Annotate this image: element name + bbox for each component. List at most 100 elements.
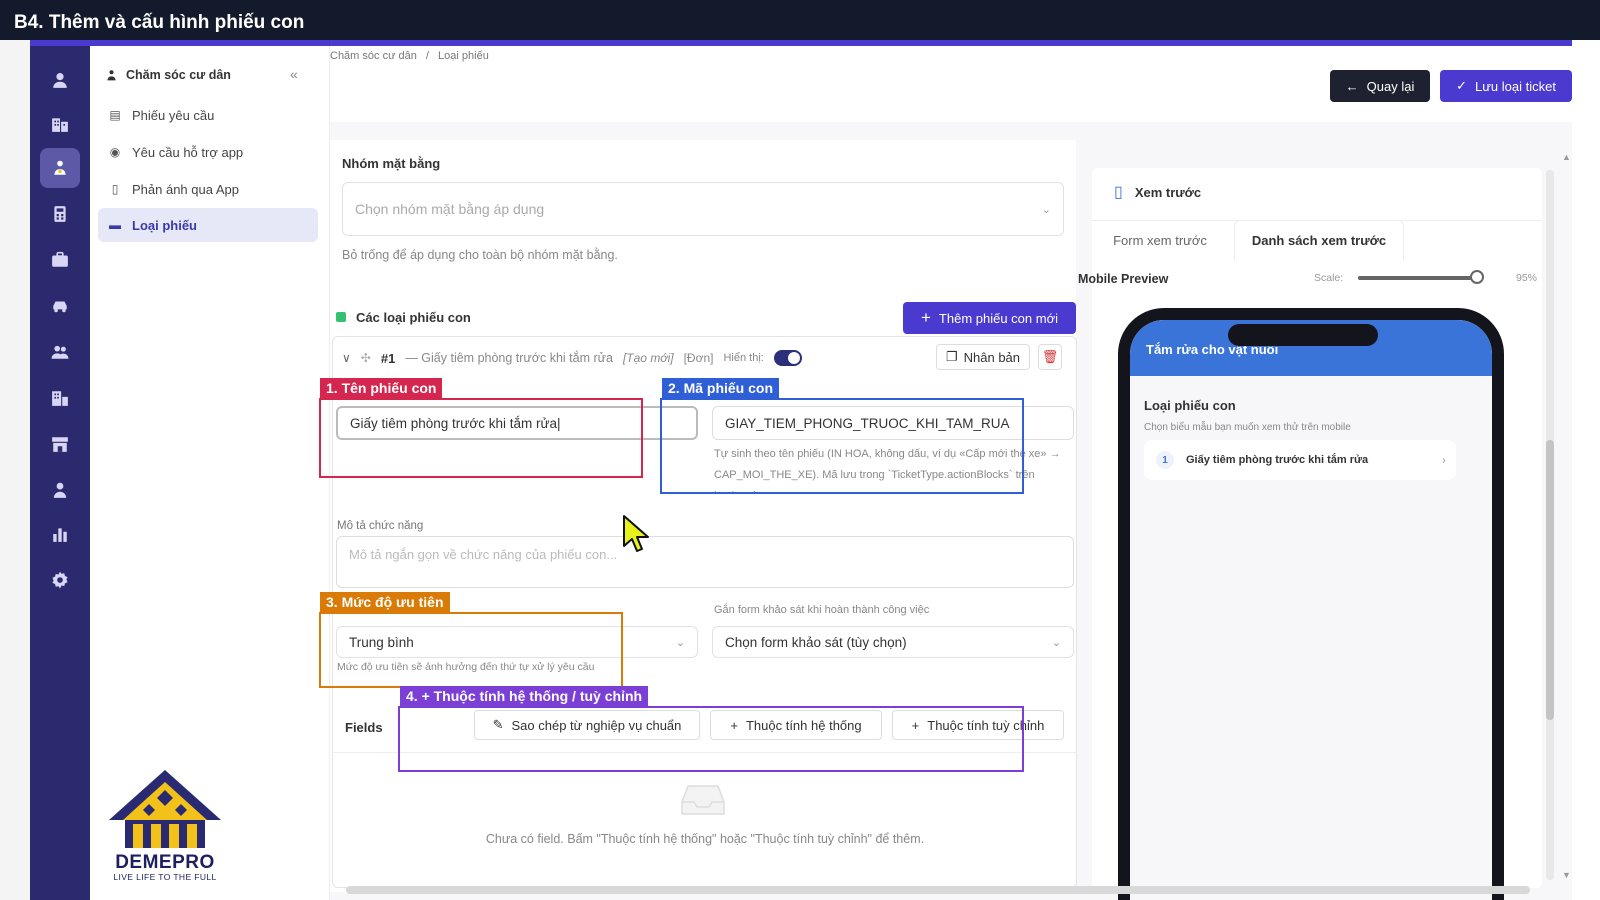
visible-toggle[interactable] — [773, 350, 802, 366]
apartment-icon[interactable] — [40, 378, 80, 418]
scale-label: Scale: — [1314, 272, 1344, 284]
left-margin — [0, 40, 30, 900]
phone-list-item[interactable]: 1 Giấy tiêm phòng trước khi tắm rửa › — [1144, 440, 1456, 480]
right-margin — [1572, 40, 1600, 900]
card-icon: ▬ — [109, 218, 121, 232]
users-icon[interactable] — [40, 332, 80, 372]
calculator-icon[interactable] — [40, 194, 80, 234]
save-ticket-type-button[interactable]: ✓ Lưu loại ticket — [1440, 70, 1572, 102]
user-icon[interactable] — [40, 60, 80, 100]
window-title: B4. Thêm và cấu hình phiếu con — [0, 0, 1600, 40]
item-label: Giấy tiêm phòng trước khi tắm rửa — [1186, 454, 1369, 466]
sidebar-item-app-support[interactable]: ◉ Yêu cầu hỗ trợ app — [98, 135, 318, 169]
sidebar-item-label: Phản ánh qua App — [132, 181, 239, 197]
group-hint: Bỏ trống để áp dụng cho toàn bộ nhóm mặt… — [342, 248, 618, 262]
phone-list-hint: Chọn biểu mẫu bạn muốn xem thử trên mobi… — [1144, 422, 1351, 433]
inbox-icon — [680, 782, 726, 818]
tab-form-preview[interactable]: Form xem trước — [1096, 220, 1224, 260]
phone-mockup: Tắm rửa cho vật nuôi Loại phiếu con Chọn… — [1118, 308, 1504, 900]
annotation-label-priority: 3. Mức độ ưu tiên — [320, 592, 450, 612]
add-subtype-button[interactable]: + Thêm phiếu con mới — [903, 302, 1076, 334]
fields-label: Fields — [345, 720, 383, 735]
annotation-box-name — [319, 398, 643, 478]
chevron-down-icon[interactable]: ∨ — [342, 351, 351, 365]
survey-label: Gắn form khảo sát khi hoàn thành công vi… — [714, 604, 930, 616]
collapse-icon[interactable]: « — [290, 66, 298, 82]
delete-button[interactable]: 🗑 — [1038, 344, 1062, 370]
green-square-icon — [336, 312, 346, 322]
annotation-label-attributes: 4. + Thuộc tính hệ thống / tuỳ chỉnh — [400, 686, 649, 706]
annotation-box-attributes — [398, 706, 1024, 772]
sidebar-item-tickets[interactable]: ▤ Phiếu yêu cầu — [98, 98, 318, 132]
scale-slider-knob[interactable] — [1470, 270, 1484, 284]
item-index-badge: 1 — [1156, 451, 1174, 469]
mobile-icon: ▯ — [1114, 184, 1123, 201]
annotation-box-priority — [319, 612, 623, 688]
person-icon[interactable] — [40, 470, 80, 510]
copy-icon: ❐ — [945, 349, 958, 364]
trash-icon: 🗑 — [1041, 349, 1059, 364]
support-icon: ◉ — [109, 145, 121, 159]
breadcrumb-separator: / — [425, 50, 429, 62]
scroll-down-icon[interactable]: ▼ — [1562, 870, 1571, 880]
sidebar-item-ticket-types[interactable]: ▬ Loại phiếu — [98, 208, 318, 242]
survey-select[interactable]: Chọn form khảo sát (tùy chọn) ⌄ — [712, 626, 1074, 658]
building-icon[interactable] — [40, 104, 80, 144]
annotation-label-code: 2. Mã phiếu con — [662, 378, 780, 398]
subtype-index: #1 — [380, 350, 396, 366]
scale-slider-fill — [1358, 276, 1474, 280]
chevron-down-icon: ⌄ — [675, 636, 685, 649]
resident-care-icon — [104, 68, 118, 82]
phone-header: Tắm rửa cho vật nuôi — [1130, 320, 1492, 376]
mouse-cursor-icon — [622, 514, 652, 554]
chart-icon[interactable] — [40, 514, 80, 554]
preview-title: Xem trước — [1134, 184, 1202, 200]
store-icon[interactable] — [40, 424, 80, 464]
breadcrumb-item[interactable]: Chăm sóc cư dân — [330, 50, 417, 62]
tag-new: [Tạo mới] — [622, 351, 674, 365]
chevron-down-icon: ⌄ — [1051, 636, 1061, 649]
sidebar-item-label: Phiếu yêu cầu — [132, 107, 215, 123]
empty-fields-text: Chưa có field. Bấm "Thuộc tính hệ thống"… — [485, 832, 925, 846]
drag-handle-icon[interactable]: ✣ — [361, 351, 371, 365]
horizontal-scrollbar[interactable] — [346, 886, 1530, 894]
description-textarea[interactable]: Mô tả ngắn gọn về chức năng của phiếu co… — [336, 536, 1074, 588]
gear-icon[interactable] — [40, 560, 80, 600]
back-button[interactable]: ← Quay lại — [1330, 70, 1430, 102]
logo-name: DEMEPRO — [115, 852, 215, 873]
group-select[interactable]: Chọn nhóm mặt bằng áp dụng ⌄ — [342, 182, 1064, 236]
annotation-label-name: 1. Tên phiếu con — [320, 378, 443, 398]
group-label: Nhóm mặt bằng — [342, 156, 441, 171]
save-button-label: Lưu loại ticket — [1474, 78, 1556, 94]
tab-list-preview[interactable]: Danh sách xem trước — [1234, 220, 1404, 260]
description-label: Mô tả chức năng — [337, 520, 424, 532]
plus-icon: + — [920, 308, 931, 327]
scroll-up-icon[interactable]: ▲ — [1562, 152, 1571, 162]
car-icon[interactable] — [40, 286, 80, 326]
briefcase-icon[interactable] — [40, 240, 80, 280]
arrow-left-icon: ← — [1345, 78, 1359, 94]
duplicate-button[interactable]: ❐ Nhân bản — [936, 344, 1030, 370]
breadcrumb-item: Loại phiếu — [438, 50, 489, 62]
subtype-title: — Giấy tiêm phòng trước khi tắm rửa — [405, 351, 613, 365]
side-nav-header: Chăm sóc cư dân — [104, 68, 231, 82]
phone-list-title: Loại phiếu con — [1144, 398, 1236, 413]
breadcrumb: Chăm sóc cư dân / Loại phiếu — [330, 50, 489, 62]
group-placeholder: Chọn nhóm mặt bằng áp dụng — [355, 201, 545, 217]
ticket-icon: ▤ — [109, 108, 121, 122]
scale-value: 95% — [1516, 272, 1538, 284]
sidebar-item-app-feedback[interactable]: ▯ Phản ánh qua App — [98, 172, 318, 206]
preview-scrollbar-thumb[interactable] — [1546, 440, 1554, 720]
sidebar-item-label: Yêu cầu hỗ trợ app — [132, 144, 244, 160]
demepro-logo: DEMEPRO LIVE LIFE TO THE FULL — [105, 768, 225, 888]
description-placeholder: Mô tả ngắn gọn về chức năng của phiếu co… — [349, 547, 618, 562]
check-icon: ✓ — [1456, 78, 1467, 93]
chevron-right-icon: › — [1442, 453, 1446, 467]
survey-value: Chọn form khảo sát (tùy chọn) — [725, 634, 907, 650]
logo-tagline: LIVE LIFE TO THE FULL — [113, 872, 217, 882]
resident-care-icon[interactable] — [40, 148, 80, 188]
icon-rail — [30, 46, 90, 900]
phone-icon: ▯ — [111, 182, 119, 196]
tag-single: [Đơn] — [683, 351, 714, 365]
mobile-preview-label: Mobile Preview — [1078, 272, 1169, 286]
